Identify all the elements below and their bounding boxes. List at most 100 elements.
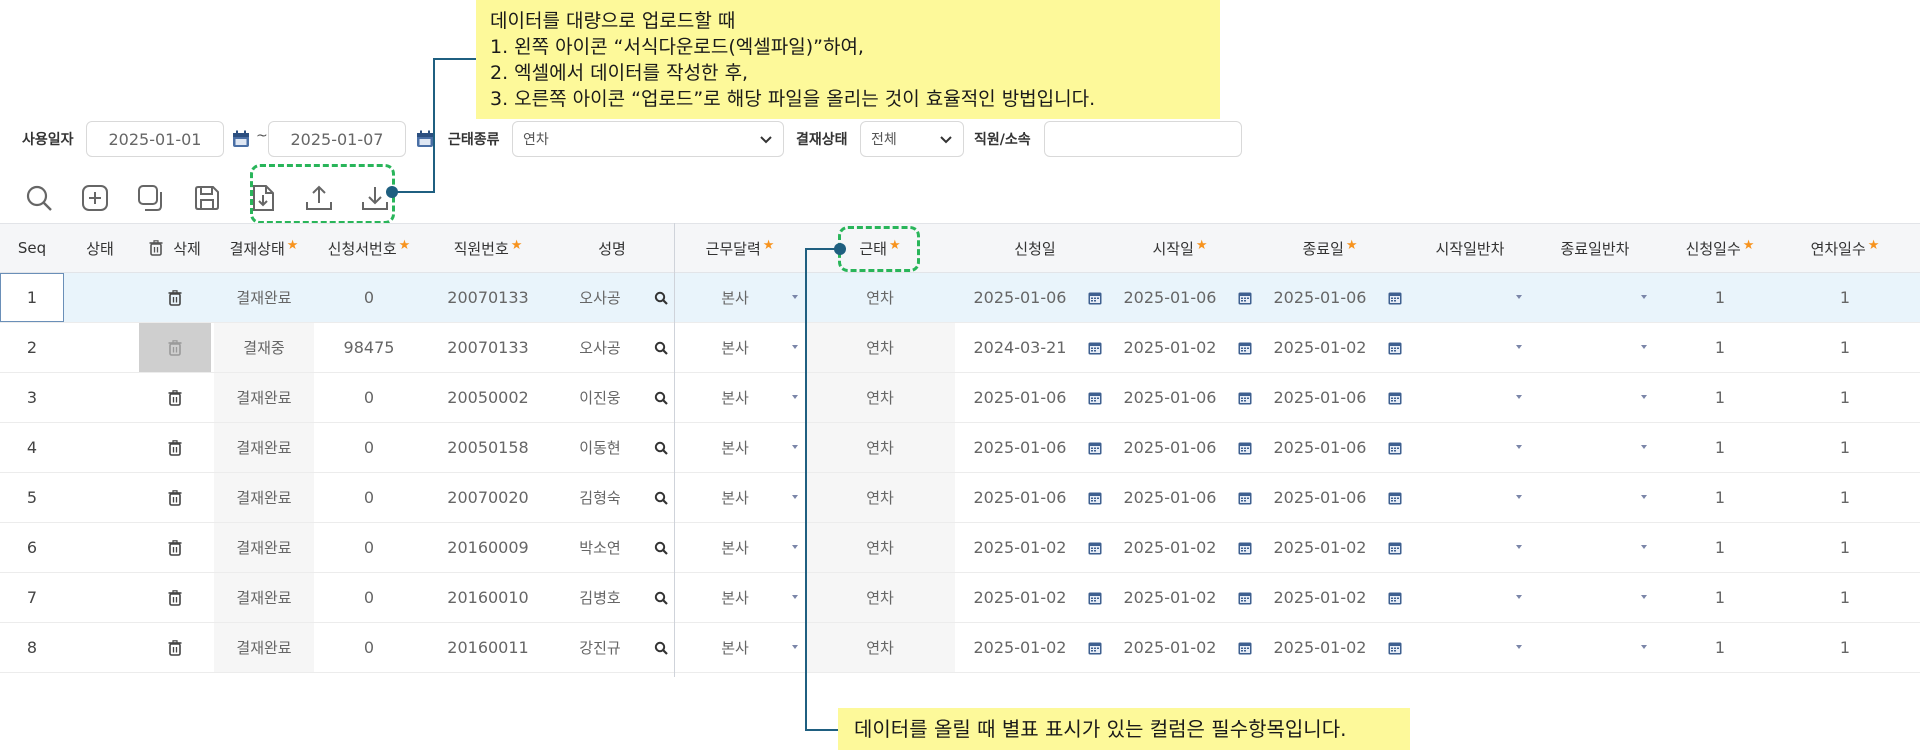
- approval-status-cell[interactable]: 결재완료: [214, 573, 314, 622]
- delete-cell[interactable]: [139, 373, 211, 422]
- table-row[interactable]: 7 결재완료 0 20160010 김병호 본사 연차 2025-01-02 2025-01-0…: [0, 573, 1920, 623]
- status-cell[interactable]: [64, 273, 136, 322]
- search-icon[interactable]: [650, 523, 672, 572]
- status-cell[interactable]: [64, 423, 136, 472]
- col-header-name[interactable]: 성명: [552, 224, 672, 272]
- emp-no-cell[interactable]: 20070020: [424, 473, 552, 522]
- calendar-icon[interactable]: [1235, 373, 1255, 422]
- dropdown-arrow-icon[interactable]: [1516, 595, 1522, 599]
- request-date-cell[interactable]: 2025-01-06: [955, 423, 1085, 472]
- table-row[interactable]: 4 결재완료 0 20050158 이동현 본사 연차 2025-01-06 2025-01-0…: [0, 423, 1920, 473]
- doc-no-cell[interactable]: 98475: [314, 323, 424, 372]
- name-cell[interactable]: 이진웅: [552, 373, 648, 422]
- end-half-cell[interactable]: [1535, 373, 1655, 422]
- table-row[interactable]: 8 결재완료 0 20160011 강진규 본사 연차 2025-01-02 2025-01-0…: [0, 623, 1920, 673]
- start-date-cell[interactable]: 2025-01-06: [1105, 373, 1235, 422]
- col-header-doc-no[interactable]: 신청서번호 ★: [314, 224, 424, 272]
- status-cell[interactable]: [64, 523, 136, 572]
- trash-icon[interactable]: [149, 240, 163, 256]
- name-cell[interactable]: 오사공: [552, 273, 648, 322]
- dropdown-arrow-icon[interactable]: [1516, 395, 1522, 399]
- calendar-icon[interactable]: [1385, 273, 1405, 322]
- emp-no-cell[interactable]: 20160009: [424, 523, 552, 572]
- annual-days-cell[interactable]: 1: [1785, 523, 1905, 572]
- attendance-cell[interactable]: 연차: [805, 273, 955, 322]
- add-icon[interactable]: [78, 181, 112, 215]
- calendar-icon[interactable]: [232, 130, 250, 152]
- calendar-icon[interactable]: [1085, 273, 1105, 322]
- attendance-cell[interactable]: 연차: [805, 473, 955, 522]
- dropdown-arrow-icon[interactable]: [1641, 495, 1647, 499]
- col-header-emp-no[interactable]: 직원번호 ★: [424, 224, 552, 272]
- doc-no-cell[interactable]: 0: [314, 573, 424, 622]
- search-icon[interactable]: [650, 323, 672, 372]
- end-half-cell[interactable]: [1535, 323, 1655, 372]
- table-row[interactable]: 5 결재완료 0 20070020 김형숙 본사 연차 2025-01-06 2025-01-0…: [0, 473, 1920, 523]
- col-header-end-date[interactable]: 종료일 ★: [1255, 224, 1405, 272]
- end-date-cell[interactable]: 2025-01-02: [1255, 623, 1385, 672]
- employee-input[interactable]: [1044, 121, 1242, 157]
- dropdown-arrow-icon[interactable]: [1516, 645, 1522, 649]
- dropdown-arrow-icon[interactable]: [1516, 345, 1522, 349]
- dropdown-arrow-icon[interactable]: [1516, 545, 1522, 549]
- request-date-cell[interactable]: 2025-01-02: [955, 573, 1085, 622]
- col-header-start-date[interactable]: 시작일 ★: [1105, 224, 1255, 272]
- doc-no-cell[interactable]: 0: [314, 373, 424, 422]
- calendar-cell[interactable]: 본사: [675, 573, 795, 622]
- dropdown-arrow-icon[interactable]: [792, 345, 798, 349]
- col-header-req-days[interactable]: 신청일수 ★: [1660, 224, 1780, 272]
- end-half-cell[interactable]: [1535, 423, 1655, 472]
- dropdown-arrow-icon[interactable]: [792, 595, 798, 599]
- start-date-cell[interactable]: 2025-01-02: [1105, 523, 1235, 572]
- dropdown-arrow-icon[interactable]: [1516, 445, 1522, 449]
- status-cell[interactable]: [64, 473, 136, 522]
- request-date-cell[interactable]: 2025-01-06: [955, 273, 1085, 322]
- search-icon[interactable]: [650, 423, 672, 472]
- date-from-input[interactable]: 2025-01-01: [86, 121, 224, 157]
- req-days-cell[interactable]: 1: [1660, 473, 1780, 522]
- delete-cell[interactable]: [139, 523, 211, 572]
- search-icon[interactable]: [650, 273, 672, 322]
- seq-cell[interactable]: 8: [0, 623, 64, 672]
- dropdown-arrow-icon[interactable]: [1641, 345, 1647, 349]
- emp-no-cell[interactable]: 20070133: [424, 273, 552, 322]
- seq-cell[interactable]: 6: [0, 523, 64, 572]
- doc-no-cell[interactable]: 0: [314, 423, 424, 472]
- annual-days-cell[interactable]: 1: [1785, 373, 1905, 422]
- end-date-cell[interactable]: 2025-01-02: [1255, 523, 1385, 572]
- status-cell[interactable]: [64, 573, 136, 622]
- calendar-icon[interactable]: [1385, 523, 1405, 572]
- attendance-type-select[interactable]: 연차: [512, 121, 784, 157]
- dropdown-arrow-icon[interactable]: [792, 495, 798, 499]
- table-row[interactable]: 1 결재완료 0 20070133 오사공 본사 연차 2025-01-06 2025-01-0…: [0, 273, 1920, 323]
- dropdown-arrow-icon[interactable]: [1641, 445, 1647, 449]
- approval-status-cell[interactable]: 결재완료: [214, 423, 314, 472]
- name-cell[interactable]: 김형숙: [552, 473, 648, 522]
- attendance-cell[interactable]: 연차: [805, 623, 955, 672]
- request-date-cell[interactable]: 2025-01-06: [955, 373, 1085, 422]
- dropdown-arrow-icon[interactable]: [1641, 595, 1647, 599]
- start-date-cell[interactable]: 2025-01-06: [1105, 273, 1235, 322]
- dropdown-arrow-icon[interactable]: [792, 445, 798, 449]
- start-date-cell[interactable]: 2025-01-02: [1105, 623, 1235, 672]
- col-header-start-half[interactable]: 시작일반차: [1405, 224, 1535, 272]
- req-days-cell[interactable]: 1: [1660, 523, 1780, 572]
- emp-no-cell[interactable]: 20070133: [424, 323, 552, 372]
- status-cell[interactable]: [64, 373, 136, 422]
- calendar-icon[interactable]: [1085, 523, 1105, 572]
- start-date-cell[interactable]: 2025-01-06: [1105, 473, 1235, 522]
- col-header-request-date[interactable]: 신청일: [955, 224, 1115, 272]
- calendar-icon[interactable]: [1085, 573, 1105, 622]
- calendar-icon[interactable]: [1235, 423, 1255, 472]
- name-cell[interactable]: 이동현: [552, 423, 648, 472]
- seq-cell[interactable]: 4: [0, 423, 64, 472]
- calendar-icon[interactable]: [1085, 623, 1105, 672]
- date-to-input[interactable]: 2025-01-07: [268, 121, 406, 157]
- delete-cell[interactable]: [139, 273, 211, 322]
- seq-cell[interactable]: 7: [0, 573, 64, 622]
- emp-no-cell[interactable]: 20050002: [424, 373, 552, 422]
- doc-no-cell[interactable]: 0: [314, 523, 424, 572]
- delete-cell[interactable]: [139, 473, 211, 522]
- seq-cell[interactable]: 2: [0, 323, 64, 372]
- attendance-cell[interactable]: 연차: [805, 523, 955, 572]
